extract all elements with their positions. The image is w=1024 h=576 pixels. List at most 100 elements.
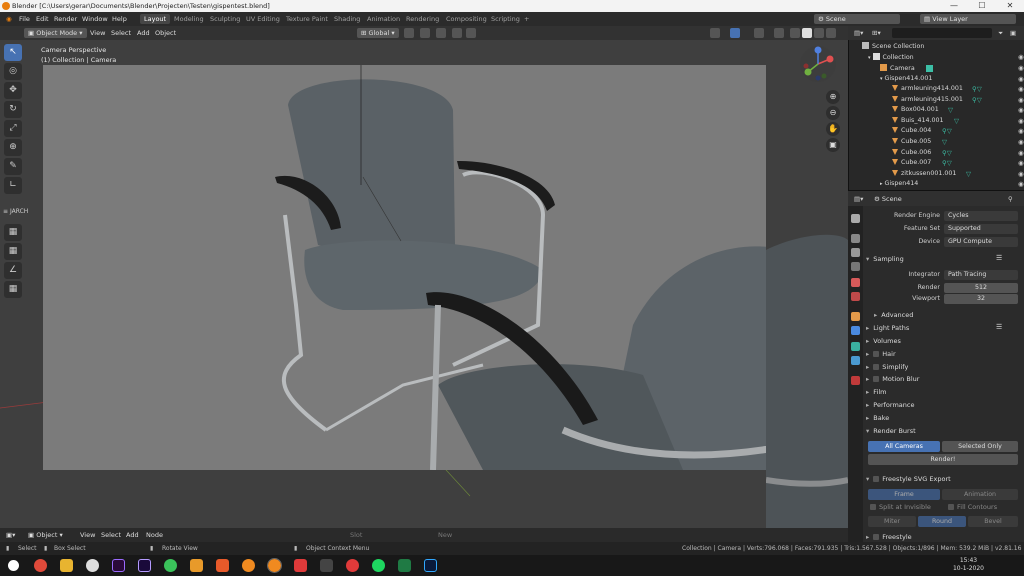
tab-rendering[interactable]: Rendering (402, 14, 443, 24)
bake-panel-header[interactable]: ▸ Bake (866, 414, 889, 422)
outliner-row-buis414[interactable]: Buis_414.001 ▽ ◉ (892, 116, 1024, 128)
visibility-eye-icon[interactable]: ◉ (1018, 106, 1024, 114)
visibility-eye-icon[interactable]: ◉ (1018, 180, 1024, 188)
motion-blur-checkbox[interactable] (873, 376, 880, 382)
pin-icon[interactable]: ⚲ (1008, 195, 1013, 203)
maximize-button[interactable]: ☐ (968, 0, 996, 12)
tool-tab-icon[interactable] (851, 214, 860, 223)
view-layer-selector[interactable]: ▤ View Layer (920, 14, 1016, 24)
tab-animation[interactable]: Animation (363, 14, 404, 24)
zoom-in-icon[interactable]: ⊕ (826, 90, 840, 104)
shading-rendered-icon[interactable] (826, 28, 836, 38)
bottom-menu-select[interactable]: Select (101, 531, 121, 539)
navigation-gizmo[interactable] (798, 44, 838, 84)
render-samples-field[interactable]: 512 (944, 283, 1018, 293)
blender-taskbar-icon[interactable] (242, 559, 255, 572)
feature-set-dropdown[interactable]: Supported (944, 224, 1018, 234)
camera-view-icon[interactable]: ▣ (826, 138, 840, 152)
outliner-row-cube005[interactable]: Cube.005 ▽ ◉ (892, 138, 1024, 149)
jarch-stairs-icon[interactable]: ∠ (4, 262, 22, 279)
menu-window[interactable]: Window (82, 15, 108, 23)
app-icon[interactable] (86, 559, 99, 572)
texture-tab-icon[interactable] (851, 376, 860, 385)
visibility-eye-icon[interactable]: ◉ (1018, 138, 1024, 146)
light-paths-panel-header[interactable]: ▸ Light Paths (866, 324, 909, 332)
device-dropdown[interactable]: GPU Compute (944, 237, 1018, 247)
pan-hand-icon[interactable]: ✋ (826, 122, 840, 136)
bottom-menu-view[interactable]: View (80, 531, 95, 539)
select-tool-icon[interactable]: ↖ (4, 44, 22, 61)
render-tab-icon[interactable] (851, 234, 860, 243)
sampling-panel-header[interactable]: ▾ Sampling (866, 255, 904, 263)
expand-chevron-icon[interactable]: ▾ (880, 76, 883, 82)
new-collection-icon[interactable]: ▣ (1010, 29, 1016, 37)
new-material-button[interactable]: New (438, 531, 452, 539)
integrator-dropdown[interactable]: Path Tracing (944, 270, 1018, 280)
outliner-row-scene-collection[interactable]: Scene Collection (862, 42, 924, 53)
scene-tab-icon[interactable] (851, 278, 860, 287)
all-cameras-button[interactable]: All Cameras (868, 441, 940, 452)
spotify-icon[interactable] (372, 559, 385, 572)
view-layer-tab-icon[interactable] (851, 262, 860, 271)
hair-panel-header[interactable]: ▸ Hair (866, 350, 896, 358)
transform-tool-icon[interactable]: ⊕ (4, 139, 22, 156)
gizmo-toggle-icon[interactable] (730, 28, 740, 38)
animation-button[interactable]: Animation (942, 489, 1018, 500)
rotate-tool-icon[interactable]: ↻ (4, 101, 22, 118)
visibility-eye-icon[interactable]: ◉ (1018, 64, 1024, 72)
bevel-button[interactable]: Bevel (968, 516, 1018, 527)
blender-menu-icon[interactable]: ◉ (6, 15, 12, 23)
move-tool-icon[interactable]: ✥ (4, 82, 22, 99)
tab-texture-paint[interactable]: Texture Paint (282, 14, 332, 24)
motion-blur-panel-header[interactable]: ▸ Motion Blur (866, 375, 919, 383)
split-invisible-checkbox[interactable] (870, 504, 876, 510)
shading-solid-icon[interactable] (802, 28, 812, 38)
outliner-row-collection[interactable]: ▾ Collection ◉ (868, 53, 1024, 64)
shading-material-icon[interactable] (814, 28, 824, 38)
render-burst-button[interactable]: Render! (868, 454, 1018, 465)
modifier-tab-icon[interactable] (851, 326, 860, 335)
tab-modeling[interactable]: Modeling (170, 14, 208, 24)
viewport-samples-field[interactable]: 32 (944, 294, 1018, 304)
visibility-eye-icon[interactable]: ◉ (1018, 96, 1024, 104)
simplify-panel-header[interactable]: ▸ Simplify (866, 363, 908, 371)
shading-wire-icon[interactable] (790, 28, 800, 38)
miter-button[interactable]: Miter (868, 516, 916, 527)
tab-layout[interactable]: Layout (140, 14, 171, 24)
outliner-row-cube006[interactable]: Cube.006 ⚲▽ ◉ (892, 148, 1024, 160)
selected-only-button[interactable]: Selected Only (942, 441, 1018, 452)
measure-tool-icon[interactable]: ∟ (4, 177, 22, 194)
scene-selector[interactable]: ⚙ Scene (814, 14, 900, 24)
outliner-row-armleuning415[interactable]: armleuning415.001 ⚲▽ ◉ (892, 95, 1024, 107)
menu-file[interactable]: File (19, 15, 30, 23)
outliner-row-cube004[interactable]: Cube.004 ⚲▽ ◉ (892, 127, 1024, 138)
bottom-menu-add[interactable]: Add (126, 531, 139, 539)
outliner-row-zitkussen[interactable]: zitkussen001.001 ▽ ◉ (892, 169, 1024, 181)
visibility-eye-icon[interactable]: ◉ (1018, 159, 1024, 167)
photoshop-icon[interactable] (424, 559, 437, 572)
slot-dropdown[interactable]: Slot (350, 531, 362, 539)
visibility-eye-icon[interactable]: ◉ (1018, 149, 1024, 157)
premiere-icon[interactable] (112, 559, 125, 572)
visibility-eye-icon[interactable]: ◉ (1018, 170, 1024, 178)
freestyle-panel-header[interactable]: ▸ Freestyle (866, 533, 912, 541)
filter-icon[interactable]: ⏷ (998, 29, 1003, 38)
close-button[interactable]: ✕ (996, 0, 1024, 12)
vp-menu-add[interactable]: Add (137, 29, 150, 37)
minimize-button[interactable]: — (940, 0, 968, 12)
excel-icon[interactable] (398, 559, 411, 572)
vp-menu-view[interactable]: View (90, 29, 105, 37)
frame-button[interactable]: Frame (868, 489, 940, 500)
performance-panel-header[interactable]: ▸ Performance (866, 401, 914, 409)
expand-chevron-icon[interactable]: ▸ (880, 181, 883, 187)
annotate-tool-icon[interactable]: ✎ (4, 158, 22, 175)
freestyle-checkbox[interactable] (873, 534, 880, 540)
bottom-menu-node[interactable]: Node (146, 531, 163, 539)
render-burst-panel-header[interactable]: ▾ Render Burst (866, 427, 916, 435)
jarch-floor-icon[interactable]: ▦ (4, 243, 22, 260)
jarch-window-icon[interactable]: ▦ (4, 281, 22, 298)
outliner-row-armleuning414[interactable]: armleuning414.001 ⚲▽ ◉ (892, 85, 1024, 96)
hair-checkbox[interactable] (873, 351, 880, 357)
vp-menu-object[interactable]: Object (155, 29, 176, 37)
tab-compositing[interactable]: Compositing (442, 14, 491, 24)
